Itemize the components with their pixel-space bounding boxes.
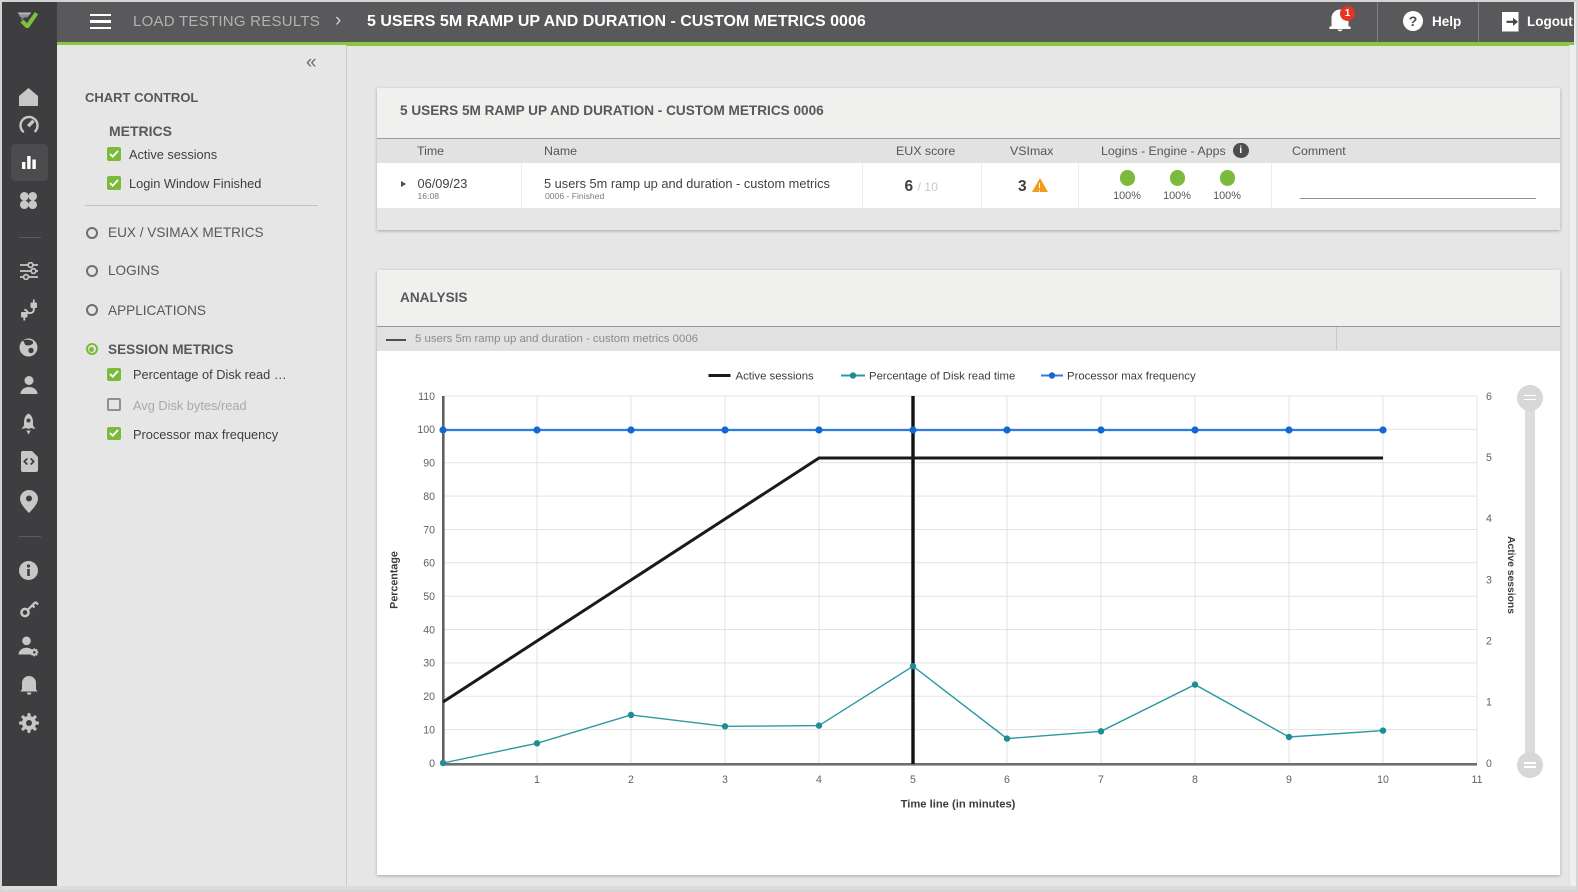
svg-text:Percentage: Percentage xyxy=(389,551,401,609)
svg-text:90: 90 xyxy=(423,458,435,470)
svg-text:2: 2 xyxy=(1486,636,1492,648)
svg-text:11: 11 xyxy=(1472,774,1483,786)
svg-text:100: 100 xyxy=(417,424,435,436)
svg-text:Time line (in minutes): Time line (in minutes) xyxy=(901,799,1016,811)
svg-text:10: 10 xyxy=(1377,774,1389,786)
svg-text:2: 2 xyxy=(628,774,634,786)
svg-text:5: 5 xyxy=(1486,452,1492,464)
svg-text:7: 7 xyxy=(1098,774,1104,786)
svg-text:6: 6 xyxy=(1486,391,1492,403)
svg-text:10: 10 xyxy=(423,724,435,736)
svg-text:110: 110 xyxy=(418,391,435,403)
svg-text:50: 50 xyxy=(423,591,435,603)
svg-text:3: 3 xyxy=(1486,574,1492,586)
svg-text:0: 0 xyxy=(429,758,435,770)
svg-text:70: 70 xyxy=(423,524,435,536)
svg-text:Processor max frequency: Processor max frequency xyxy=(1067,371,1196,383)
svg-text:Active sessions: Active sessions xyxy=(1505,536,1516,614)
svg-text:9: 9 xyxy=(1286,774,1292,786)
svg-text:80: 80 xyxy=(423,491,435,503)
svg-text:8: 8 xyxy=(1192,774,1198,786)
svg-text:6: 6 xyxy=(1004,774,1010,786)
svg-text:60: 60 xyxy=(423,558,435,570)
svg-text:0: 0 xyxy=(1486,758,1492,770)
svg-text:3: 3 xyxy=(722,774,728,786)
svg-text:Active sessions: Active sessions xyxy=(736,371,815,383)
svg-text:30: 30 xyxy=(423,658,435,670)
svg-text:40: 40 xyxy=(423,624,435,636)
svg-text:Percentage of Disk read time: Percentage of Disk read time xyxy=(869,371,1015,383)
svg-text:4: 4 xyxy=(1486,513,1492,525)
svg-text:20: 20 xyxy=(423,691,435,703)
svg-text:4: 4 xyxy=(816,774,822,786)
svg-text:1: 1 xyxy=(1486,697,1492,709)
svg-text:1: 1 xyxy=(534,774,540,786)
svg-text:5: 5 xyxy=(910,774,916,786)
